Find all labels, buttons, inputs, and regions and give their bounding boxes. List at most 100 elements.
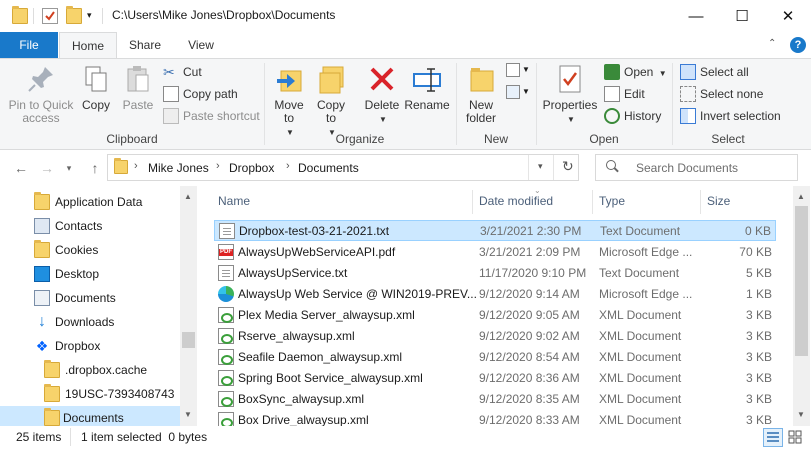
breadcrumb-item[interactable]: Documents [298, 161, 359, 175]
copy-path-label: Copy path [183, 87, 238, 101]
item-count: 25 items [16, 430, 62, 444]
breadcrumb-separator-icon: › [216, 160, 220, 172]
tab-home[interactable]: Home [59, 32, 117, 59]
delete-button[interactable]: Delete ▼ [362, 63, 402, 126]
nav-item-documents[interactable]: Documents [0, 286, 181, 310]
breadcrumb-item[interactable]: Dropbox [229, 161, 274, 175]
new-item-icon [506, 63, 520, 77]
address-dropdown-chevron-icon[interactable]: ▾ [538, 161, 543, 172]
file-row[interactable]: Rserve_alwaysup.xml 9/12/2020 9:02 AM XM… [214, 326, 776, 347]
file-row[interactable]: Seafile Daemon_alwaysup.xml 9/12/2020 8:… [214, 347, 776, 368]
large-icons-view-button[interactable] [786, 428, 806, 447]
history-button[interactable]: History [604, 106, 661, 126]
maximize-button[interactable]: ☐ [719, 0, 765, 32]
file-row[interactable]: AlwaysUp Web Service @ WIN2019-PREV... 9… [214, 284, 776, 305]
nav-item-documents-dropbox[interactable]: Documents [0, 406, 181, 426]
divider [70, 428, 71, 446]
nav-item-dropbox[interactable]: ❖ Dropbox [0, 334, 181, 358]
tab-view[interactable]: View [174, 32, 228, 58]
nav-item-desktop[interactable]: Desktop [0, 262, 181, 286]
invert-selection-button[interactable]: Invert selection [680, 106, 781, 126]
column-header-name[interactable]: Name [218, 194, 250, 208]
window-title: C:\Users\Mike Jones\Dropbox\Documents [112, 8, 336, 22]
column-header-date[interactable]: Date modified [479, 194, 553, 208]
properties-icon [554, 63, 586, 95]
up-arrow-icon[interactable]: ↑ [84, 158, 106, 178]
move-to-button[interactable]: Move to ▼ [270, 63, 308, 139]
chevron-down-icon: ▼ [522, 87, 530, 96]
file-row[interactable]: Box Drive_alwaysup.xml 9/12/2020 8:33 AM… [214, 410, 776, 426]
scroll-up-icon[interactable]: ▲ [184, 192, 192, 201]
file-list-scrollbar[interactable]: ▲ ▼ [793, 186, 810, 426]
sync-folder-icon [44, 408, 60, 426]
nav-item-downloads[interactable]: ↓ Downloads [0, 310, 181, 334]
new-folder-icon[interactable] [66, 6, 82, 24]
open-button[interactable]: Open ▼ [604, 62, 667, 82]
pin-quick-access-button[interactable]: Pin to Quick access [4, 63, 78, 125]
file-name: AlwaysUpWebServiceAPI.pdf [238, 245, 396, 259]
tab-file[interactable]: File [0, 32, 58, 58]
nav-item-dropbox-cache[interactable]: .dropbox.cache [0, 358, 181, 382]
edit-label: Edit [624, 87, 645, 101]
select-none-label: Select none [700, 87, 764, 101]
search-box[interactable]: Search Documents [595, 154, 798, 181]
text-file-icon [218, 265, 234, 281]
rename-button[interactable]: Rename [404, 63, 450, 112]
cut-button[interactable]: ✂ Cut [163, 62, 202, 82]
text-file-icon [219, 223, 235, 239]
file-row[interactable]: AlwaysUpService.txt 11/17/2020 9:10 PM T… [214, 263, 776, 284]
documents-icon [34, 290, 50, 306]
file-type: Microsoft Edge ... [599, 245, 693, 259]
nav-item-contacts[interactable]: Contacts [0, 214, 181, 238]
nav-item-label: Application Data [55, 195, 143, 209]
properties-check-icon[interactable] [42, 8, 58, 24]
properties-button[interactable]: Properties ▼ [540, 63, 600, 126]
back-arrow-icon[interactable]: ← [10, 158, 32, 178]
forward-arrow-icon[interactable]: → [36, 158, 58, 178]
file-row[interactable]: Spring Boot Service_alwaysup.xml 9/12/20… [214, 368, 776, 389]
edit-button[interactable]: Edit [604, 84, 645, 104]
new-folder-icon [465, 63, 497, 95]
copy-path-button[interactable]: Copy path [163, 84, 238, 104]
file-date: 9/12/2020 8:36 AM [479, 371, 580, 385]
scrollbar-thumb[interactable] [182, 332, 195, 348]
tab-share[interactable]: Share [118, 32, 172, 58]
file-row[interactable]: BoxSync_alwaysup.xml 9/12/2020 8:35 AM X… [214, 389, 776, 410]
file-size: 3 KB [745, 308, 772, 322]
recent-locations-chevron-icon[interactable]: ▾ [58, 158, 80, 178]
file-row[interactable]: AlwaysUpWebServiceAPI.pdf 3/21/2021 2:09… [214, 242, 776, 263]
nav-item-19usc[interactable]: 19USC-7393408743 [0, 382, 181, 406]
easy-access-button[interactable]: ▼ [506, 85, 530, 103]
file-row[interactable]: Dropbox-test-03-21-2021.txt 3/21/2021 2:… [214, 220, 776, 241]
nav-item-cookies[interactable]: Cookies [0, 238, 181, 262]
copy-to-button[interactable]: Copy to ▼ [312, 63, 350, 139]
nav-item-application-data[interactable]: Application Data [0, 190, 181, 214]
breadcrumb-item[interactable]: Mike Jones [148, 161, 209, 175]
new-folder-button[interactable]: New folder [460, 63, 502, 125]
copy-button[interactable]: Copy [78, 63, 114, 112]
scroll-up-icon[interactable]: ▲ [797, 192, 805, 201]
customize-qat-icon[interactable]: ▾ [87, 10, 92, 21]
paste-button[interactable]: Paste [118, 63, 158, 112]
minimize-button[interactable]: — [673, 0, 719, 32]
details-view-button[interactable] [763, 428, 783, 447]
navigation-scrollbar[interactable]: ▲ ▼ [180, 186, 197, 426]
scroll-down-icon[interactable]: ▼ [184, 410, 192, 419]
scroll-down-icon[interactable]: ▼ [797, 410, 805, 419]
cut-label: Cut [183, 65, 202, 79]
collapse-ribbon-icon[interactable]: ⌃ [768, 38, 776, 49]
new-item-button[interactable]: ▼ [506, 63, 530, 81]
column-header-type[interactable]: Type [599, 194, 625, 208]
file-row[interactable]: Plex Media Server_alwaysup.xml 9/12/2020… [214, 305, 776, 326]
close-button[interactable]: ✕ [765, 0, 811, 32]
scrollbar-thumb[interactable] [795, 206, 808, 356]
invert-selection-icon [680, 108, 696, 124]
help-icon[interactable]: ? [790, 37, 806, 53]
paste-shortcut-icon [163, 108, 179, 124]
column-header-size[interactable]: Size [707, 194, 730, 208]
select-none-button[interactable]: Select none [680, 84, 763, 104]
paste-shortcut-button[interactable]: Paste shortcut [163, 106, 260, 126]
select-all-button[interactable]: Select all [680, 62, 749, 82]
address-bar[interactable]: › Mike Jones › Dropbox › Documents ▾ ↻ [107, 154, 579, 181]
refresh-icon[interactable]: ↻ [562, 158, 574, 175]
